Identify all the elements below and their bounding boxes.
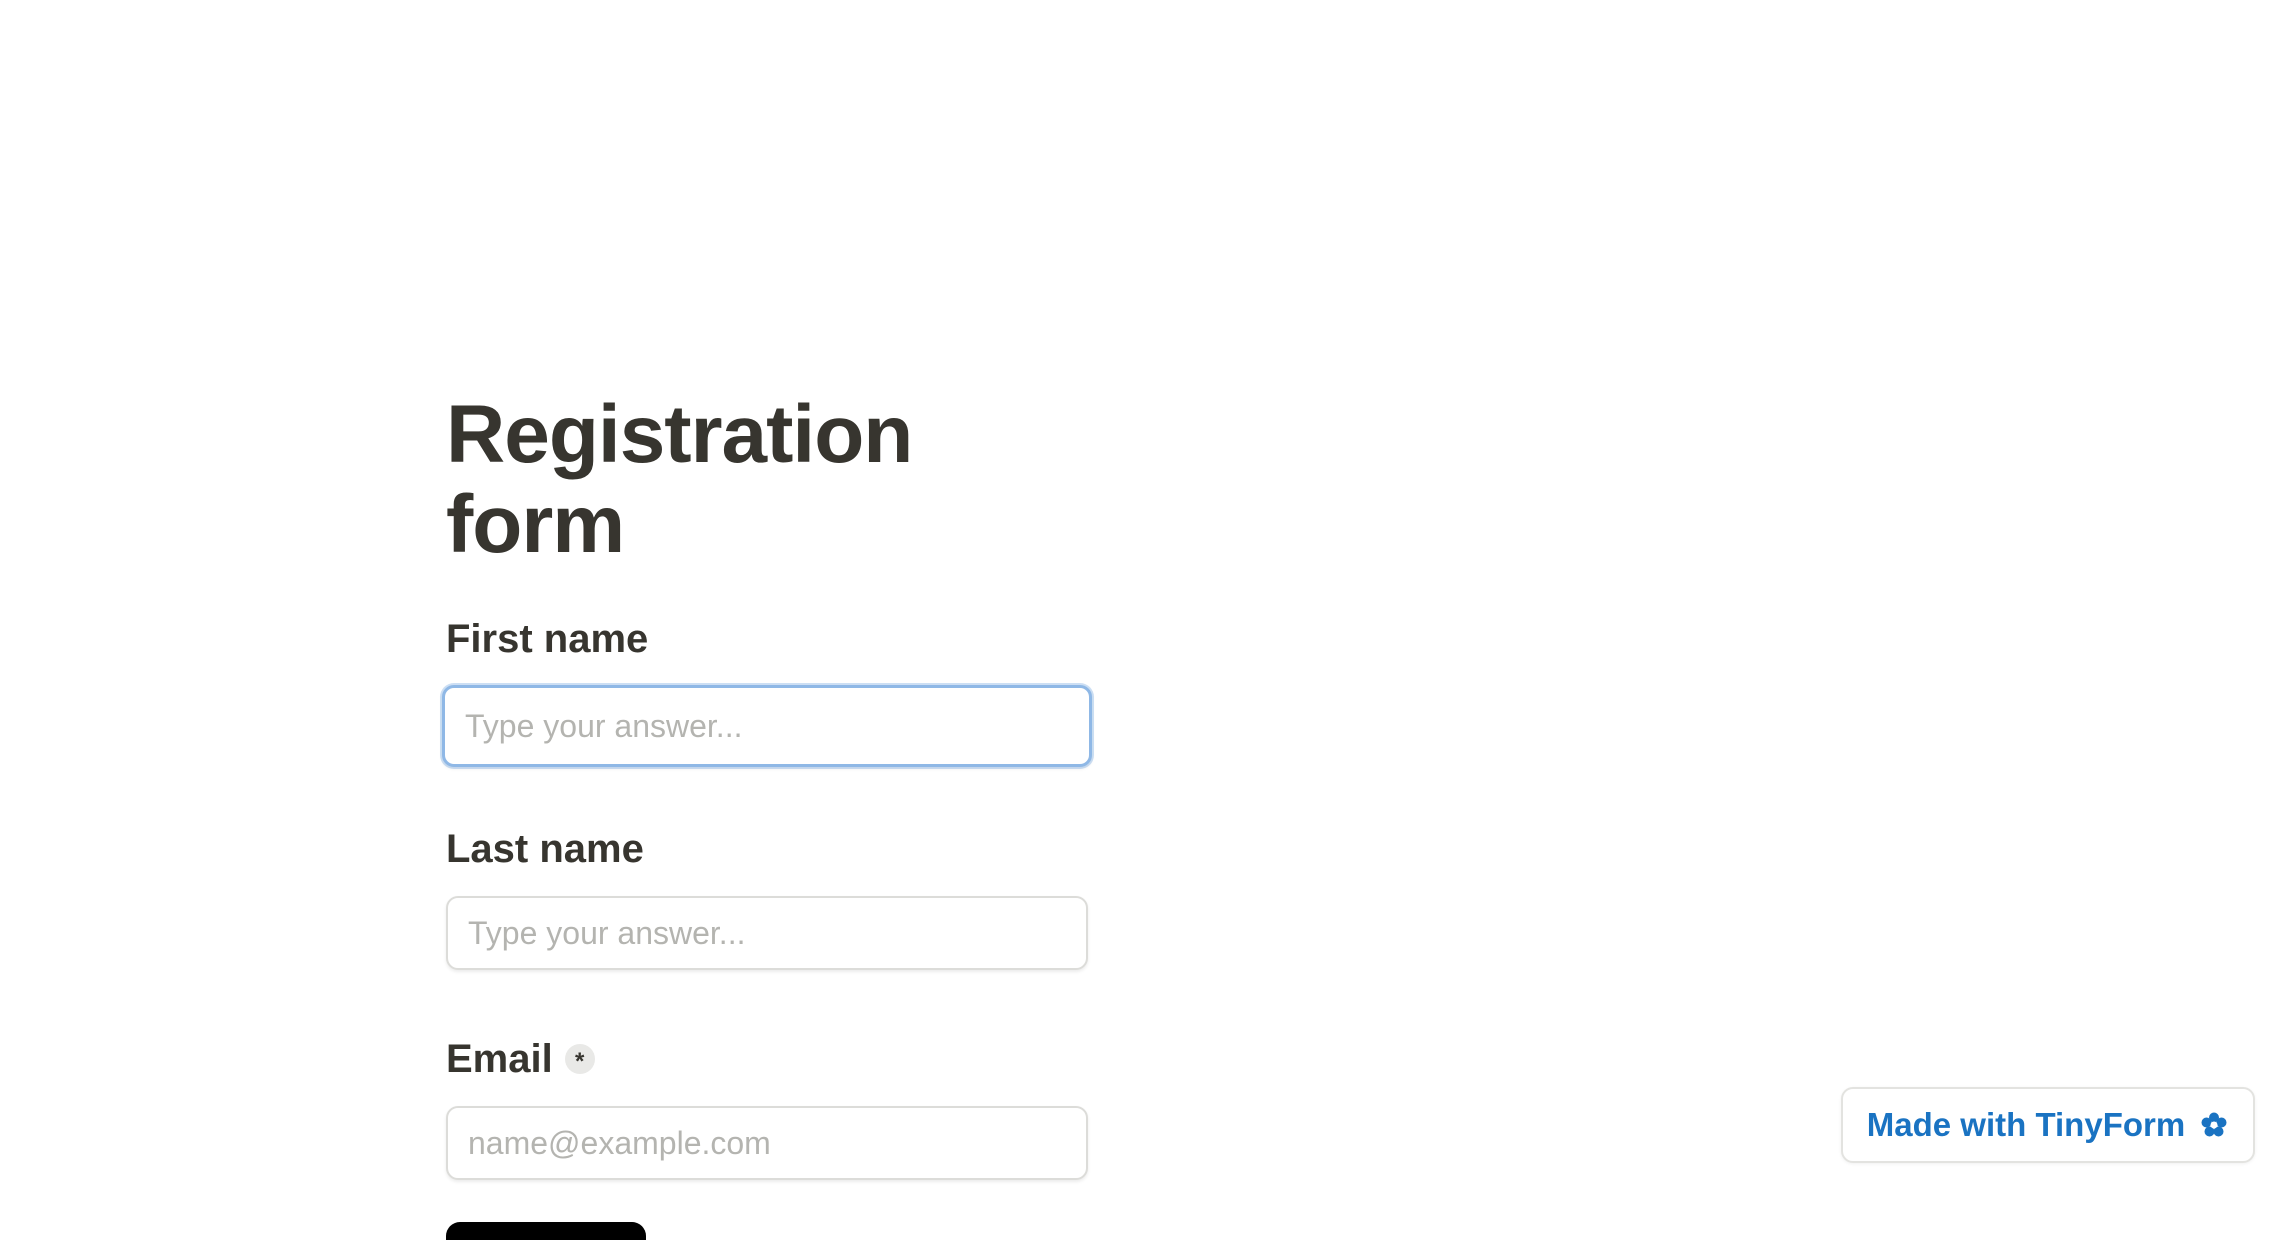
form-title: Registration form	[446, 389, 913, 571]
badge-text: Made with TinyForm	[1866, 1106, 2186, 1143]
page: Registration form First name Last name E…	[0, 0, 2292, 1240]
first-name-label: First name	[446, 615, 648, 663]
flower-icon	[2199, 1110, 2229, 1140]
email-input[interactable]	[446, 1106, 1088, 1180]
email-label: Email *	[446, 1035, 595, 1083]
registration-form: Registration form First name Last name E…	[442, 389, 1096, 1240]
first-name-input[interactable]	[442, 685, 1092, 767]
submit-button[interactable]	[446, 1222, 646, 1240]
last-name-input[interactable]	[446, 896, 1088, 970]
made-with-tinyform-badge[interactable]: Made with TinyForm	[1841, 1087, 2255, 1163]
last-name-label-text: Last name	[446, 827, 644, 871]
email-label-text: Email	[446, 1037, 553, 1081]
first-name-label-text: First name	[446, 617, 649, 661]
required-asterisk-icon: *	[564, 1044, 595, 1074]
last-name-label: Last name	[446, 825, 644, 873]
